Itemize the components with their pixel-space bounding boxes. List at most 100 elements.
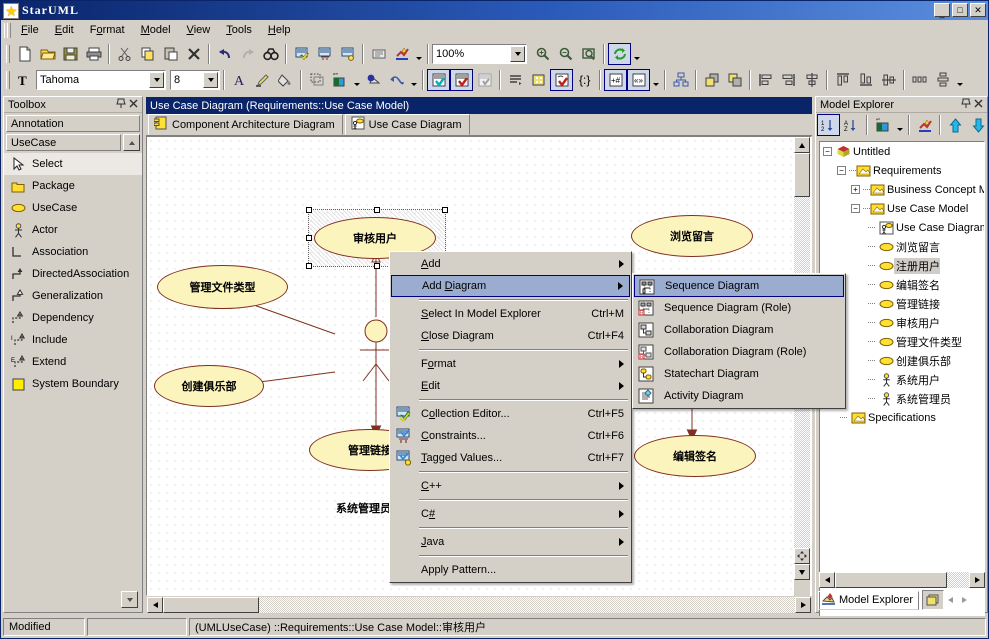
context-menu-item-java[interactable]: Java	[391, 531, 630, 553]
hide-stereotype-icon[interactable]	[450, 69, 473, 91]
expander-icon[interactable]: −	[837, 166, 846, 175]
gradient-caret[interactable]	[351, 69, 362, 91]
usecase-liulan-liuyan[interactable]: 浏览留言	[631, 215, 753, 257]
gradient-icon[interactable]: “”	[328, 69, 351, 91]
bring-to-front-icon[interactable]	[700, 69, 723, 91]
view-options-caret[interactable]	[894, 114, 905, 136]
maximize-button[interactable]: □	[952, 3, 968, 17]
redo-icon[interactable]	[236, 43, 259, 65]
auto-layout-icon[interactable]	[669, 69, 692, 91]
tree-node-use-case-diagram[interactable]: Use Case Diagram	[820, 218, 984, 237]
scroll-left-button[interactable]	[819, 572, 835, 588]
zoom-fit-icon[interactable]	[577, 43, 600, 65]
chevron-down-icon[interactable]	[510, 46, 525, 62]
copy-icon[interactable]	[136, 43, 159, 65]
toolbox-item-directedassociation[interactable]: DirectedAssociation	[4, 263, 142, 285]
submenu-item-sequence-diagram[interactable]: Sequence Diagram	[634, 275, 844, 297]
hscroll-track[interactable]	[163, 597, 795, 613]
tab-component-architecture-diagram[interactable]: Component Architecture Diagram	[148, 114, 343, 135]
send-to-back-icon[interactable]	[723, 69, 746, 91]
vscroll-thumb[interactable]	[794, 153, 810, 197]
tab-use-case-diagram[interactable]: Use Case Diagram	[345, 114, 470, 135]
toolbox-item-include[interactable]: I Include	[4, 329, 142, 351]
context-menu-item-apply-pattern[interactable]: Apply Pattern...	[391, 559, 630, 581]
show-compartment-icon[interactable]	[527, 69, 550, 91]
toolbox-item-system-boundary[interactable]: System Boundary	[4, 373, 142, 395]
submenu-item-sequence-diagram-role[interactable]: R Sequence Diagram (Role)	[634, 297, 844, 319]
scroll-right-button[interactable]	[969, 572, 985, 588]
explorer-tab-model-explorer[interactable]: Model Explorer	[818, 591, 919, 610]
show-stereotype-icon[interactable]	[427, 69, 450, 91]
context-menu-item-tagged-values[interactable]: Tagged Values... Ctrl+F7	[391, 447, 630, 469]
toolbox-scroll-up-button[interactable]	[123, 134, 140, 151]
menu-edit[interactable]: Edit	[47, 21, 82, 39]
add-diagram-submenu[interactable]: Sequence Diagram R Sequence Diagram (Rol…	[632, 273, 846, 409]
menu-format[interactable]: Format	[82, 21, 133, 39]
toolbar-grip[interactable]	[4, 44, 11, 64]
explorer-tab-prev-button[interactable]	[944, 590, 958, 610]
validate-icon[interactable]	[390, 43, 413, 65]
move-up-icon[interactable]	[944, 114, 967, 136]
explorer-hscrollbar[interactable]	[819, 572, 985, 588]
menu-view[interactable]: View	[179, 21, 219, 39]
show-property-icon[interactable]: {:}	[573, 69, 596, 91]
context-menu[interactable]: Add Add Diagram Select In Model Explorer…	[389, 251, 632, 583]
expander-icon[interactable]: −	[823, 147, 832, 156]
add-diagram-icon[interactable]	[290, 43, 313, 65]
toolbox-item-extend[interactable]: E Extend	[4, 351, 142, 373]
scroll-up-button[interactable]	[794, 137, 810, 153]
resize-handle-nw[interactable]	[306, 207, 312, 213]
tree-node-use-case-model[interactable]: − Use Case Model	[820, 199, 984, 218]
sort-alpha-icon[interactable]: AZ	[840, 114, 863, 136]
tree-node-requirements[interactable]: − Requirements	[820, 161, 984, 180]
add-tagged-icon[interactable]	[336, 43, 359, 65]
toolbox-item-package[interactable]: Package	[4, 175, 142, 197]
hscroll-thumb[interactable]	[163, 597, 259, 613]
view-options-icon[interactable]: “”	[871, 114, 894, 136]
undo-icon[interactable]	[213, 43, 236, 65]
context-menu-item-close-diagram[interactable]: Close Diagram Ctrl+F4	[391, 325, 630, 347]
toolbox-item-association[interactable]: Association	[4, 241, 142, 263]
fill-color-icon[interactable]	[274, 69, 297, 91]
close-icon[interactable]	[127, 99, 140, 111]
tree-node-specifications[interactable]: Specifications	[820, 408, 984, 427]
align-center-icon[interactable]	[800, 69, 823, 91]
chevron-down-icon[interactable]	[203, 72, 218, 88]
line-style-caret[interactable]	[408, 69, 419, 91]
word-wrap-icon[interactable]	[550, 69, 573, 91]
menu-model[interactable]: Model	[133, 21, 179, 39]
toolbox-scroll-down-button[interactable]	[121, 591, 138, 608]
explorer-hscroll-thumb[interactable]	[835, 572, 947, 588]
font-color-icon[interactable]: A	[228, 69, 251, 91]
resize-handle-s[interactable]	[374, 263, 380, 269]
cut-scissors-icon[interactable]	[113, 43, 136, 65]
explorer-tab-next-button[interactable]	[958, 590, 972, 610]
fill-style-icon[interactable]	[362, 69, 385, 91]
move-down-icon[interactable]	[967, 114, 989, 136]
format-toolbar-grip[interactable]	[4, 70, 11, 90]
chevron-down-icon[interactable]	[149, 72, 164, 88]
menubar-grip[interactable]	[4, 22, 10, 39]
context-menu-item-cpp[interactable]: C++	[391, 475, 630, 497]
align-text-icon[interactable]	[504, 69, 527, 91]
print-icon[interactable]	[82, 43, 105, 65]
add-model-icon[interactable]	[313, 43, 336, 65]
filter-icon[interactable]	[913, 114, 936, 136]
delete-x-icon[interactable]	[182, 43, 205, 65]
resize-handle-sw[interactable]	[306, 263, 312, 269]
context-menu-item-csharp[interactable]: C#	[391, 503, 630, 525]
new-file-icon[interactable]	[13, 43, 36, 65]
open-folder-icon[interactable]	[36, 43, 59, 65]
save-disk-icon[interactable]	[59, 43, 82, 65]
tree-node-untitled[interactable]: − Untitled	[820, 142, 984, 161]
tree-node-business-concept-model[interactable]: + Business Concept Model	[820, 180, 984, 199]
sort-numeric-icon[interactable]: 12	[817, 114, 840, 136]
pin-icon[interactable]	[114, 98, 127, 112]
zoom-combo[interactable]: 100%	[432, 44, 527, 64]
context-menu-item-add[interactable]: Add	[391, 253, 630, 275]
context-menu-item-constraints[interactable]: Constraints... Ctrl+F6	[391, 425, 630, 447]
align-top-icon[interactable]	[831, 69, 854, 91]
explorer-hscroll-track[interactable]	[835, 572, 969, 588]
font-name-combo[interactable]: Tahoma	[36, 70, 166, 90]
usecase-bianji-qianming[interactable]: 编辑签名	[634, 435, 756, 477]
